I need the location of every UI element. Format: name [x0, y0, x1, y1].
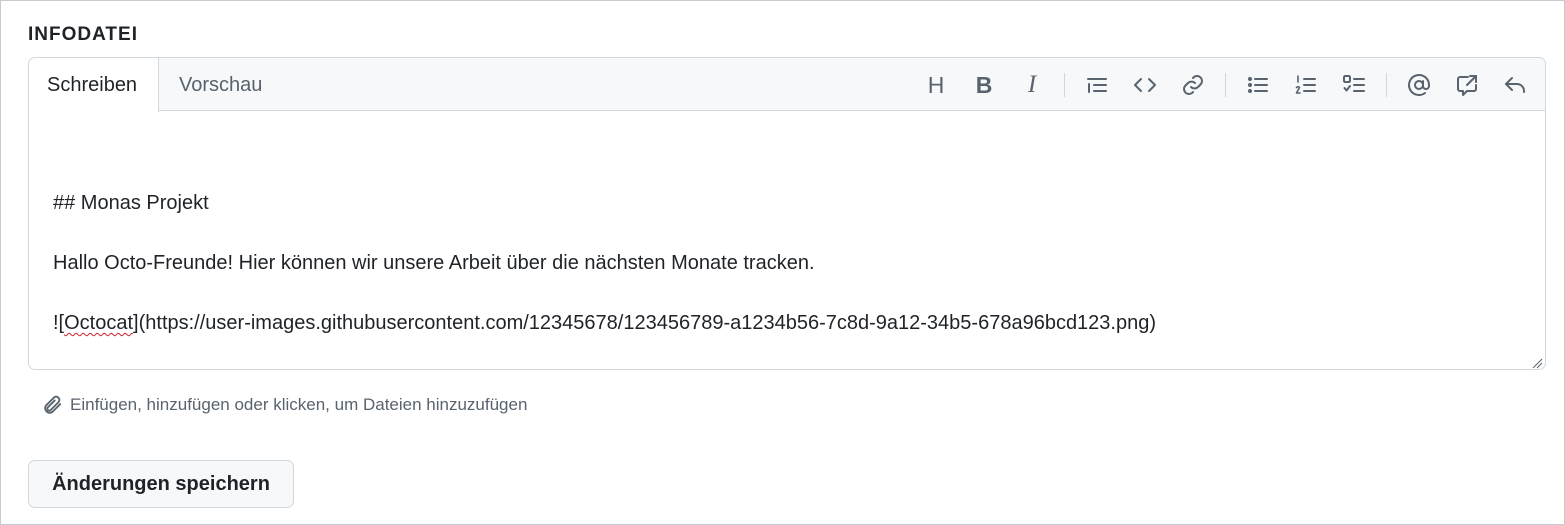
section-title: INFODATEI — [28, 24, 138, 45]
task-list-button[interactable] — [1334, 65, 1374, 105]
mention-button[interactable] — [1399, 65, 1439, 105]
unordered-list-icon — [1248, 77, 1268, 93]
image-syntax-url: ](https://user-images.githubusercontent.… — [133, 312, 1157, 334]
tab-write[interactable]: Schreiben — [29, 58, 159, 112]
toolbar-divider — [1064, 73, 1065, 97]
settings-panel: INFODATEI Schreiben Vorschau H B I ## Mo… — [0, 0, 1565, 525]
attach-hint-text: Einfügen, hinzufügen oder klicken, um Da… — [70, 395, 528, 414]
cross-reference-button[interactable] — [1447, 65, 1487, 105]
code-button[interactable] — [1125, 65, 1165, 105]
editor-header: Schreiben Vorschau H B I — [29, 58, 1545, 112]
attach-files-hint[interactable]: Einfügen, hinzufügen oder klicken, um Da… — [41, 392, 527, 418]
toolbar-divider — [1225, 73, 1226, 97]
spellcheck-word: Octocat — [64, 312, 134, 334]
italic-button[interactable]: I — [1012, 65, 1052, 105]
link-button[interactable] — [1173, 65, 1213, 105]
formatting-toolbar: H B I — [912, 65, 1539, 105]
bold-button[interactable]: B — [964, 65, 1004, 105]
saved-reply-icon — [1505, 77, 1525, 93]
editor-line: ![Octocat](https://user-images.githubuse… — [53, 312, 1156, 335]
code-icon — [1134, 78, 1156, 92]
ordered-list-button[interactable] — [1286, 65, 1326, 105]
quote-icon — [1087, 78, 1107, 93]
mention-icon — [1408, 74, 1430, 96]
cross-reference-icon — [1457, 75, 1477, 96]
quote-button[interactable] — [1077, 65, 1117, 105]
markdown-textarea[interactable]: ## Monas Projekt Hallo Octo-Freunde! Hie… — [29, 112, 1545, 369]
tab-preview[interactable]: Vorschau — [161, 58, 280, 112]
resize-handle-icon[interactable] — [1531, 357, 1543, 369]
save-changes-button[interactable]: Änderungen speichern — [28, 460, 294, 508]
task-list-icon — [1343, 75, 1365, 92]
link-icon — [1183, 75, 1203, 95]
unordered-list-button[interactable] — [1238, 65, 1278, 105]
image-syntax-prefix: ![ — [53, 312, 65, 334]
heading-button[interactable]: H — [916, 65, 956, 105]
paperclip-icon — [44, 395, 62, 414]
saved-reply-button[interactable] — [1495, 65, 1535, 105]
editor-line: ## Monas Projekt — [53, 192, 209, 214]
markdown-editor: Schreiben Vorschau H B I ## Monas Projek… — [28, 57, 1546, 370]
editor-line: Hallo Octo-Freunde! Hier können wir unse… — [53, 252, 815, 274]
toolbar-divider — [1386, 73, 1387, 97]
ordered-list-icon — [1295, 75, 1316, 94]
